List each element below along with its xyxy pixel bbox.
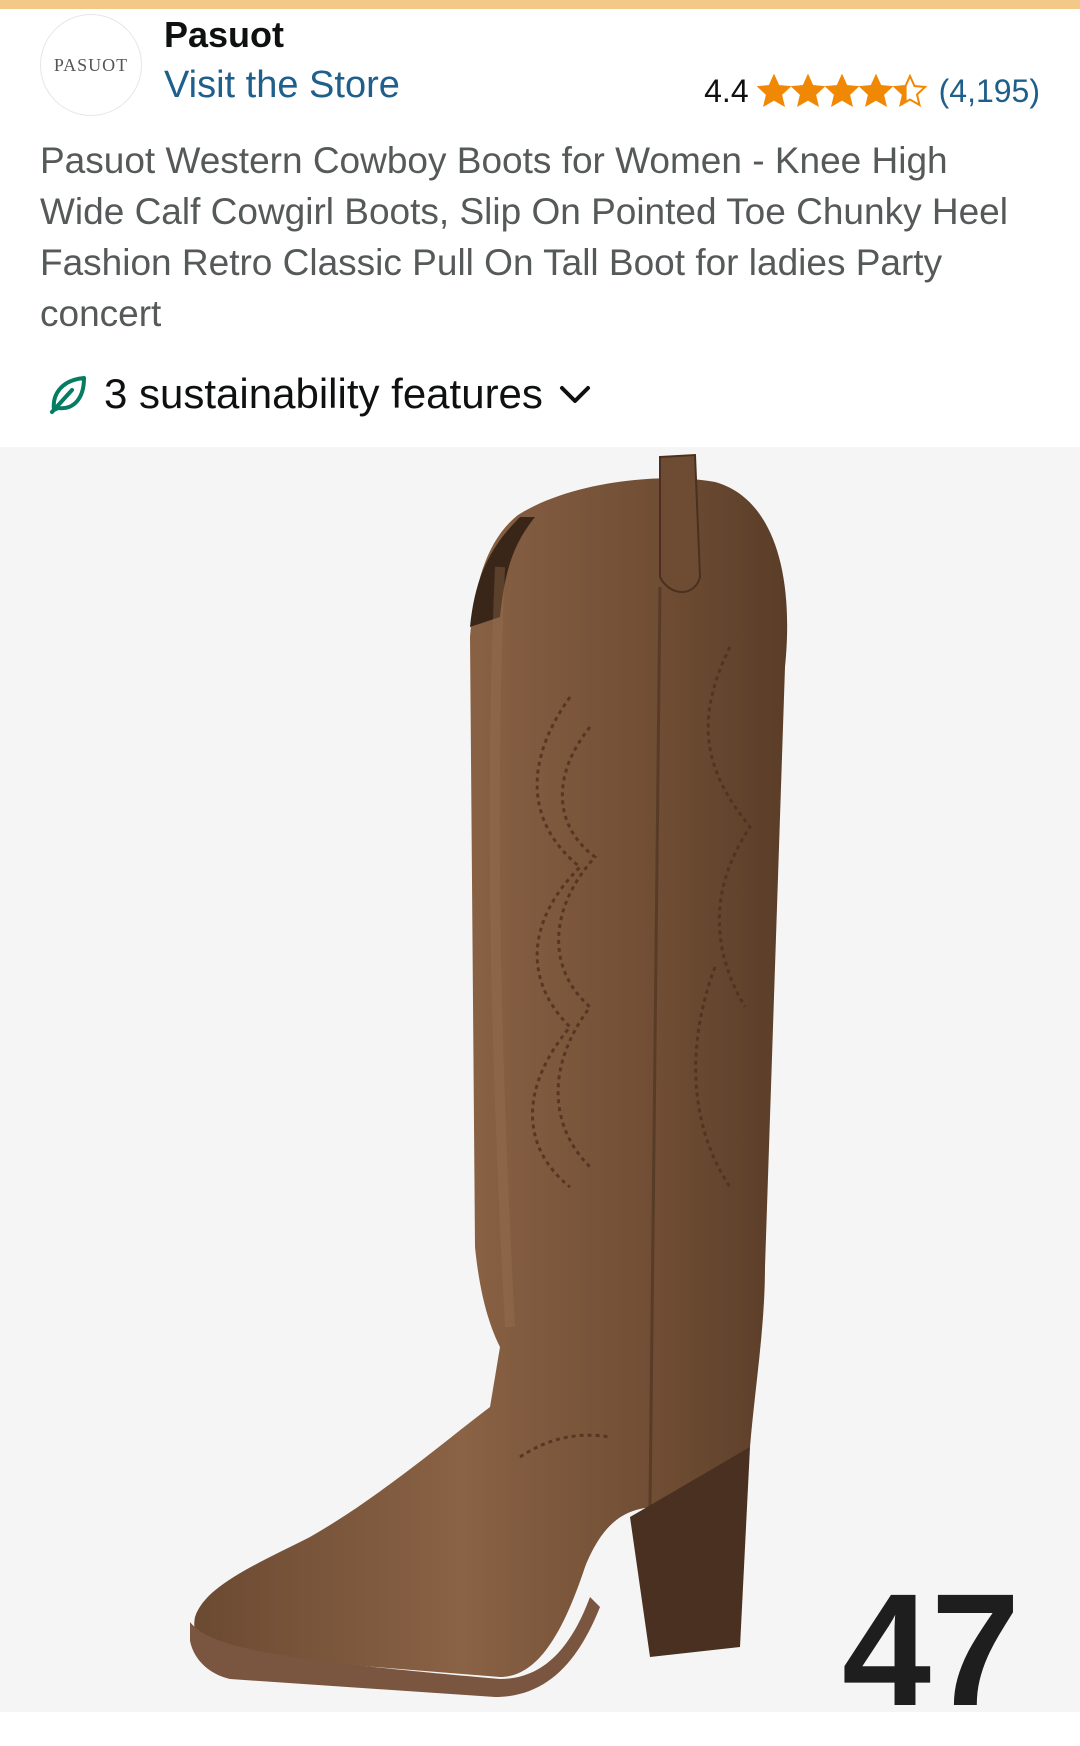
leaf-icon (50, 376, 86, 414)
product-title: Pasuot Western Cowboy Boots for Women - … (40, 140, 1008, 334)
star-icon (756, 74, 791, 108)
visit-store-link[interactable]: Visit the Store (164, 64, 400, 107)
store-logo-text: PASUOT (53, 54, 129, 75)
star-rating (756, 74, 927, 108)
star-icon (892, 74, 927, 108)
rating-summary[interactable]: 4.4 (4,195) (704, 68, 1040, 114)
rating-count-link[interactable]: (4,195) (939, 73, 1040, 110)
store-logo[interactable]: PASUOT (40, 14, 142, 116)
star-icon (824, 74, 859, 108)
chevron-down-icon (559, 386, 590, 403)
boot-image (190, 453, 788, 1697)
rating-value: 4.4 (704, 72, 749, 109)
brand-name: Pasuot (164, 14, 285, 55)
top-accent-bar (0, 0, 1080, 9)
product-image[interactable] (0, 447, 1080, 1712)
star-icon (858, 74, 893, 108)
star-icon (790, 74, 825, 108)
sustainability-label: 3 sustainability features (104, 370, 543, 417)
overlay-number: 47 (842, 1560, 1020, 1739)
sustainability-features-toggle[interactable]: 3 sustainability features (46, 370, 593, 418)
